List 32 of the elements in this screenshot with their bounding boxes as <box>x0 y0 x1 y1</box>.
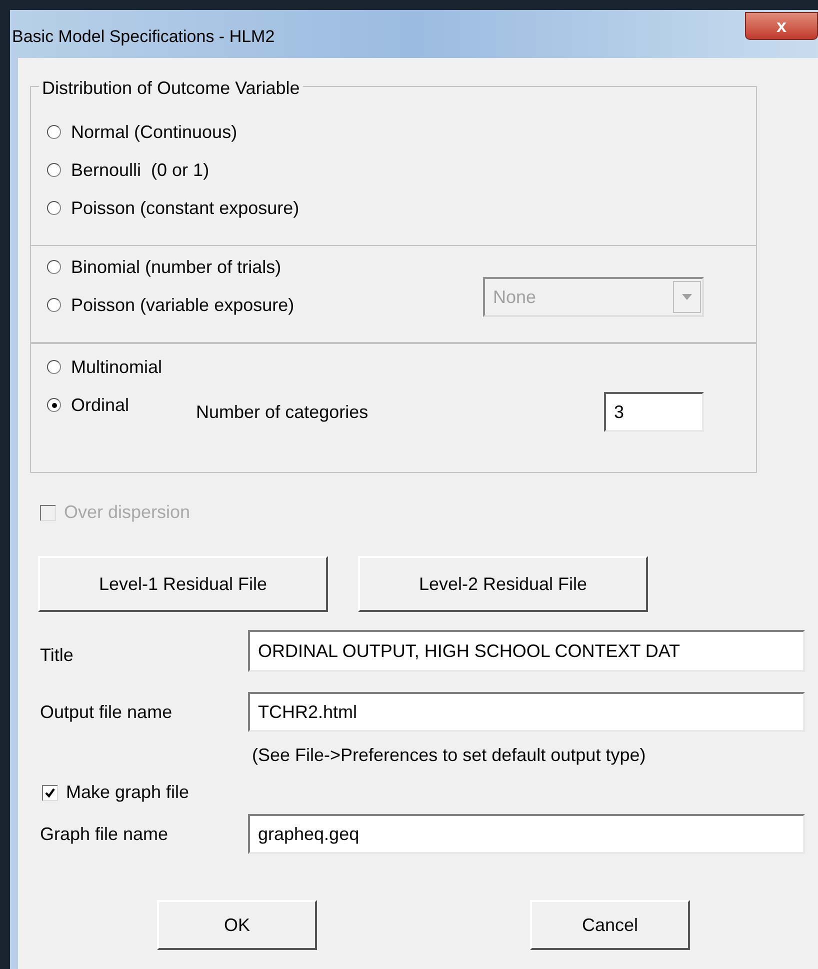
residual-file-button[interactable]: Level-2 Residual File <box>358 556 648 612</box>
radio-button[interactable] <box>47 125 61 139</box>
window-title: Basic Model Specifications - HLM2 <box>12 26 275 48</box>
graph-file-field[interactable]: grapheq.geq <box>248 814 805 854</box>
field-label: Title <box>40 644 74 666</box>
radio-label: Ordinal <box>71 394 130 416</box>
hint-text: (See File->Preferences to set default output type) <box>252 745 646 765</box>
radio-label: Poisson (constant exposure) <box>71 196 300 220</box>
field-label: Number of categories <box>196 400 368 424</box>
cancel-button[interactable]: Cancel <box>530 900 690 950</box>
close-button[interactable]: x <box>745 12 818 40</box>
radio-button[interactable] <box>47 360 61 374</box>
radio-label: Binomial (number of trials) <box>71 256 282 279</box>
field-label: Output file name <box>40 700 174 724</box>
radio-button[interactable] <box>47 398 61 412</box>
radio-label: Normal (Continuous) <box>71 120 238 144</box>
radio-button[interactable] <box>47 163 61 177</box>
residual-file-button[interactable]: Level-1 Residual File <box>38 556 328 612</box>
checkbox-label: Make graph file <box>66 781 190 804</box>
radio-button[interactable] <box>47 201 61 215</box>
radio-label: Multinomial <box>71 356 162 378</box>
radio-label: Poisson (variable exposure) <box>71 294 294 317</box>
output-file-field[interactable]: TCHR2.html <box>248 692 805 732</box>
radio-button[interactable] <box>47 298 61 312</box>
categories-field[interactable]: 3 <box>604 392 704 432</box>
title-field[interactable]: ORDINAL OUTPUT, HIGH SCHOOL CONTEXT DAT <box>248 630 805 672</box>
field-label: Graph file name <box>40 822 170 846</box>
checkbox[interactable] <box>42 784 58 800</box>
ok-button[interactable]: OK <box>157 900 317 950</box>
radio-label: Bernoulli (0 or 1) <box>71 158 210 182</box>
radio-button[interactable] <box>47 260 61 274</box>
checkbox-label: Over dispersion <box>64 501 190 524</box>
